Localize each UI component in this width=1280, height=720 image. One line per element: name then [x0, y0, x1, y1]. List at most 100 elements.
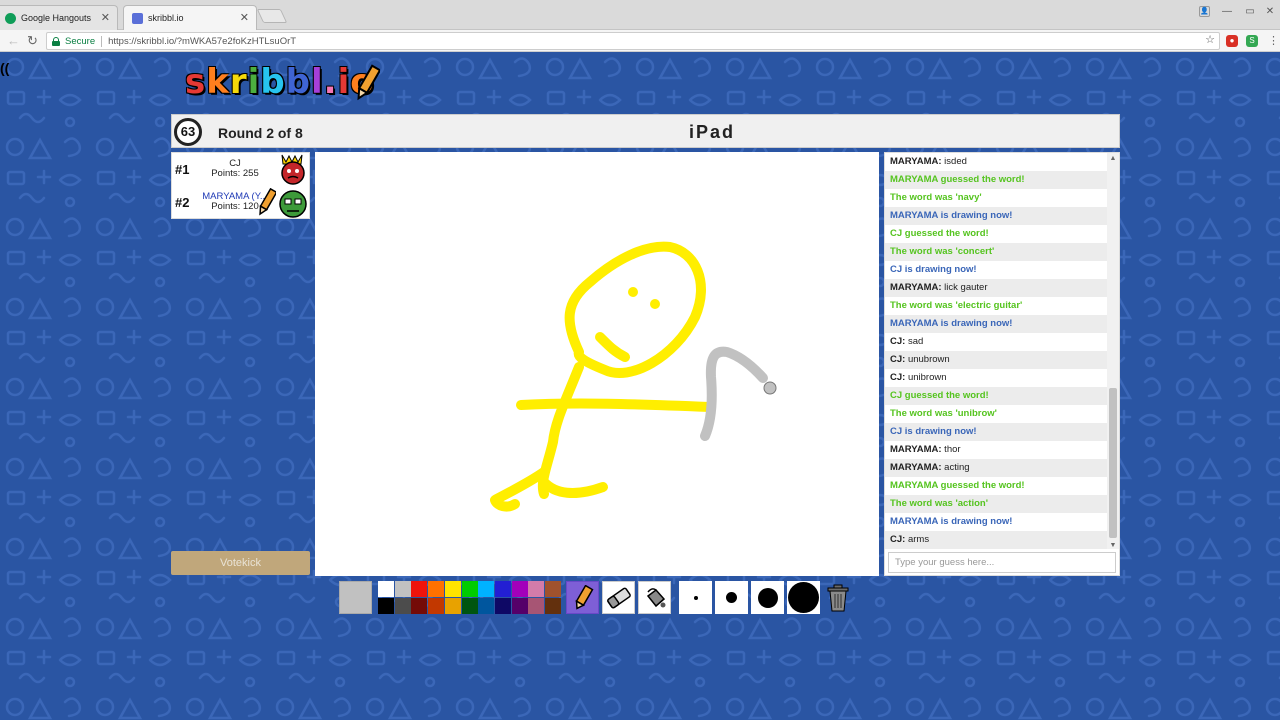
chat-message: MARYAMA guessed the word!: [885, 171, 1107, 189]
color-swatch[interactable]: [378, 581, 394, 597]
player-rank: #2: [175, 195, 190, 210]
scrollbar-thumb[interactable]: [1109, 388, 1117, 538]
chat-sender: CJ:: [890, 534, 906, 545]
chat-panel: MARYAMA: isded MARYAMA guessed the word! T…: [884, 152, 1120, 576]
reload-icon[interactable]: ↻: [27, 33, 38, 49]
pencil-icon: [575, 584, 593, 610]
lock-icon: [52, 36, 60, 46]
new-tab-button[interactable]: [256, 9, 288, 23]
scroll-up-icon[interactable]: ▲: [1107, 155, 1119, 162]
color-swatch[interactable]: [528, 598, 545, 614]
bookmark-star-icon[interactable]: ☆: [1205, 33, 1215, 46]
color-swatch[interactable]: [478, 598, 495, 614]
minimize-icon[interactable]: —: [1220, 6, 1234, 18]
yellow-stroke: [537, 362, 584, 499]
extension-icon[interactable]: ●: [1226, 35, 1238, 47]
logo-letter: s: [185, 62, 207, 102]
chat-message: MARYAMA is drawing now!: [890, 516, 1013, 527]
skribbl-page: (( skribbl.io 63 Round 2 of 8 iPad #1 CJ…: [0, 52, 1280, 720]
color-swatch[interactable]: [378, 598, 394, 614]
tab-skribbl[interactable]: skribbl.io ✕: [123, 5, 257, 30]
pencil-tool-button[interactable]: [566, 581, 599, 614]
brush-size-small[interactable]: [679, 581, 712, 614]
chat-text: unibrown: [905, 372, 947, 383]
green-avatar-icon: [279, 190, 307, 218]
color-swatch[interactable]: [528, 581, 545, 597]
extension-icon[interactable]: S: [1246, 35, 1258, 47]
brush-size-xlarge[interactable]: [787, 581, 820, 614]
chat-text: unubrown: [905, 354, 950, 365]
gray-stroke: [700, 346, 768, 441]
fill-tool-button[interactable]: [638, 581, 671, 614]
eraser-tool-button[interactable]: [602, 581, 635, 614]
color-swatch[interactable]: [461, 581, 478, 597]
color-swatch[interactable]: [545, 581, 561, 597]
chat-message: CJ: sad: [885, 333, 1107, 351]
close-window-icon[interactable]: ✕: [1263, 6, 1277, 18]
color-swatch[interactable]: [494, 598, 511, 614]
tab-google-hangouts[interactable]: Google Hangouts ✕: [0, 5, 118, 30]
close-tab-icon[interactable]: ✕: [240, 11, 249, 24]
drawing-strokes: [490, 241, 777, 512]
round-indicator: Round 2 of 8: [218, 125, 303, 141]
logo-letter: i: [247, 62, 261, 102]
chat-message: CJ guessed the word!: [890, 228, 989, 239]
chat-message: CJ is drawing now!: [885, 423, 1107, 441]
current-color-swatch: [339, 581, 372, 614]
chat-scrollbar[interactable]: ▲ ▼: [1107, 153, 1119, 549]
color-swatch[interactable]: [511, 581, 528, 597]
chat-message: The word was 'concert': [885, 243, 1107, 261]
chat-message: CJ: unibrown: [885, 369, 1107, 387]
chat-message: CJ is drawing now!: [890, 264, 977, 275]
color-swatch[interactable]: [444, 581, 461, 597]
color-swatch[interactable]: [478, 581, 495, 597]
guess-input[interactable]: [888, 552, 1116, 573]
color-swatch[interactable]: [411, 598, 428, 614]
address-bar[interactable]: Secure https://skribbl.io/?mWKA57e2foKzH…: [46, 32, 1220, 50]
maximize-icon[interactable]: ▭: [1243, 6, 1257, 18]
brush-dot-icon: [726, 592, 737, 603]
chat-message: MARYAMA: acting: [885, 459, 1107, 477]
color-swatch[interactable]: [394, 581, 411, 597]
color-swatch[interactable]: [394, 598, 411, 614]
divider: [101, 35, 103, 47]
drawing-canvas[interactable]: [315, 152, 879, 576]
chat-sender: CJ:: [890, 354, 906, 365]
yellow-stroke: [564, 241, 706, 379]
color-swatch[interactable]: [545, 598, 561, 614]
back-icon[interactable]: ←: [7, 33, 20, 49]
chat-message: MARYAMA is drawing now!: [885, 315, 1107, 333]
chat-text: isded: [941, 156, 967, 167]
player-row[interactable]: #2 MARYAMA (Y... Points: 120: [172, 186, 309, 219]
color-swatch[interactable]: [411, 581, 428, 597]
chat-message: The word was 'unibrow': [890, 408, 997, 419]
menu-icon[interactable]: ⋮: [1268, 33, 1279, 49]
eraser-icon: [606, 587, 631, 608]
brush-dot-icon: [693, 595, 698, 600]
chat-sender: MARYAMA:: [890, 156, 942, 167]
chat-sender: CJ:: [890, 336, 906, 347]
color-palette: [378, 581, 562, 614]
browser-toolbar: ← ↻ Secure https://skribbl.io/?mWKA57e2f…: [0, 30, 1280, 52]
color-swatch[interactable]: [461, 598, 478, 614]
chat-text: arms: [905, 534, 930, 545]
tab-title: Google Hangouts: [21, 13, 92, 23]
chat-messages: MARYAMA: isded MARYAMA guessed the word! T…: [885, 153, 1107, 549]
color-swatch[interactable]: [428, 598, 445, 614]
profile-icon[interactable]: 👤: [1199, 6, 1210, 17]
close-tab-icon[interactable]: ✕: [101, 11, 110, 24]
trash-icon[interactable]: [824, 583, 852, 613]
color-swatch[interactable]: [428, 581, 445, 597]
player-row[interactable]: #1 CJ Points: 255: [172, 153, 309, 186]
chat-message: MARYAMA: thor: [885, 441, 1107, 459]
color-swatch[interactable]: [444, 598, 461, 614]
brush-size-large[interactable]: [751, 581, 784, 614]
chat-message: MARYAMA: lick gauter: [885, 279, 1107, 297]
brush-size-medium[interactable]: [715, 581, 748, 614]
votekick-button[interactable]: Votekick: [171, 551, 310, 575]
color-swatch[interactable]: [511, 598, 528, 614]
logo-letter: k: [206, 62, 230, 102]
color-swatch[interactable]: [494, 581, 511, 597]
chat-text: acting: [941, 462, 970, 473]
scroll-down-icon[interactable]: ▼: [1107, 542, 1119, 549]
